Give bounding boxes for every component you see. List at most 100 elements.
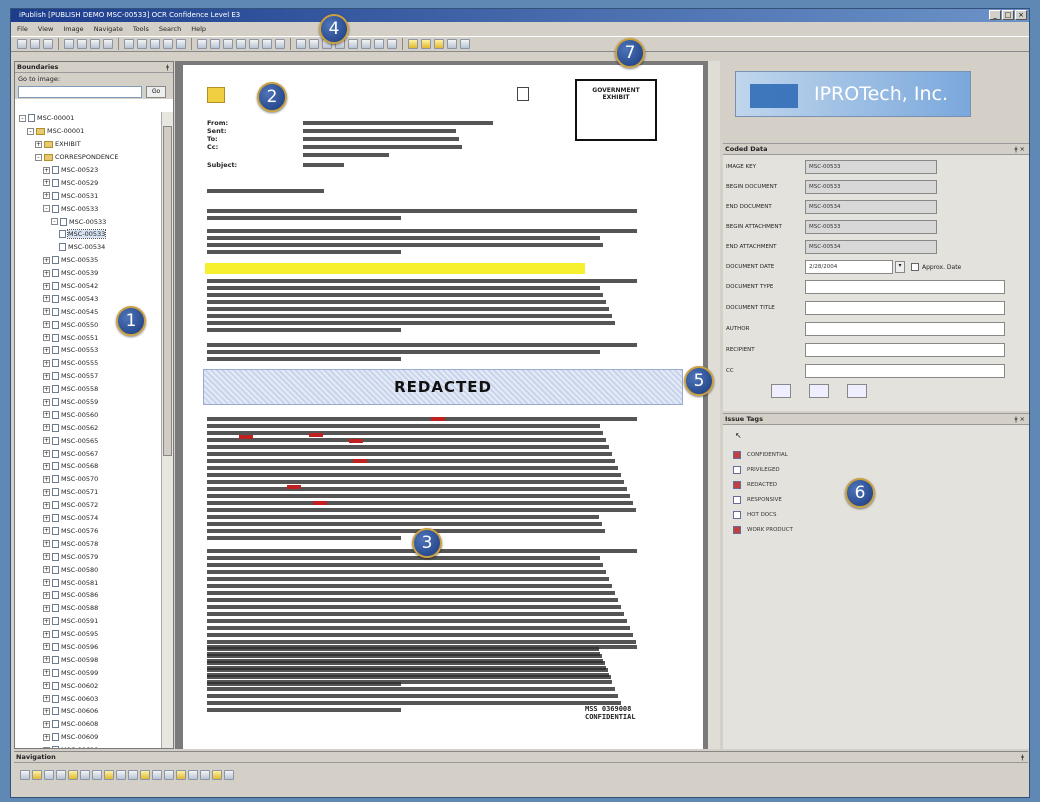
tree-node[interactable]: + MSC-00568 [17, 460, 161, 473]
tree-node[interactable]: + MSC-00557 [17, 370, 161, 383]
navigation-button[interactable] [188, 770, 198, 780]
expand-icon[interactable]: + [43, 411, 50, 419]
tree-node[interactable]: + MSC-00608 [17, 718, 161, 731]
expand-icon[interactable]: + [43, 282, 50, 290]
coded-field-value[interactable]: MSC-00534 [805, 200, 937, 214]
tree-node[interactable]: - MSC-00001 [17, 125, 161, 138]
edit-record-button[interactable] [847, 384, 867, 398]
toolbar-button[interactable] [296, 39, 306, 49]
tree-node[interactable]: + MSC-00562 [17, 421, 161, 434]
tree-node[interactable]: + MSC-00574 [17, 512, 161, 525]
toolbar-button[interactable] [124, 39, 134, 49]
expand-icon[interactable]: + [43, 643, 50, 651]
tree-node[interactable]: + MSC-00599 [17, 666, 161, 679]
expand-icon[interactable]: + [43, 733, 50, 741]
toolbar-button[interactable] [150, 39, 160, 49]
attachment-icon[interactable] [517, 87, 529, 101]
expand-icon[interactable]: + [43, 720, 50, 728]
expand-icon[interactable]: + [43, 475, 50, 483]
navigation-button[interactable] [116, 770, 126, 780]
toolbar-button[interactable] [421, 39, 431, 49]
toolbar-button[interactable] [197, 39, 207, 49]
expand-icon[interactable]: + [43, 695, 50, 703]
tree-scrollbar[interactable] [161, 112, 173, 748]
tree-node[interactable]: + MSC-00595 [17, 628, 161, 641]
tag-checkbox[interactable] [733, 465, 741, 474]
redaction-mark[interactable] [349, 439, 363, 443]
expand-icon[interactable]: + [43, 359, 50, 367]
document-scrollbar[interactable] [708, 61, 720, 749]
goto-button[interactable]: Go [146, 86, 166, 98]
prev-record-button[interactable] [771, 384, 791, 398]
tree-node[interactable]: + MSC-00571 [17, 486, 161, 499]
tree-node[interactable]: + MSC-00591 [17, 615, 161, 628]
expand-icon[interactable]: + [43, 424, 50, 432]
tree-node[interactable]: + MSC-00523 [17, 164, 161, 177]
tree-node[interactable]: + MSC-00586 [17, 589, 161, 602]
tree-node[interactable]: + MSC-00576 [17, 525, 161, 538]
tree-node[interactable]: + MSC-00567 [17, 447, 161, 460]
navigation-button[interactable] [44, 770, 54, 780]
toolbar-button[interactable] [43, 39, 53, 49]
navigation-button[interactable] [128, 770, 138, 780]
tree-node[interactable]: - MSC-00001 [17, 112, 161, 125]
redaction-mark[interactable] [239, 435, 253, 439]
navigation-button[interactable] [176, 770, 186, 780]
toolbar-button[interactable] [275, 39, 285, 49]
toolbar-button[interactable] [348, 39, 358, 49]
redaction-mark[interactable] [287, 485, 301, 489]
tree-node[interactable]: + MSC-00603 [17, 692, 161, 705]
menu-view[interactable]: View [38, 25, 53, 33]
coded-text-input[interactable] [805, 280, 1005, 294]
pointer-icon[interactable]: ↖ [735, 431, 742, 440]
expand-icon[interactable]: + [43, 295, 50, 303]
navigation-button[interactable] [212, 770, 222, 780]
tag-checkbox[interactable] [733, 495, 741, 504]
maximize-button[interactable]: □ [1002, 10, 1014, 20]
issue-tag-row[interactable]: PRIVILEGED [723, 462, 1029, 477]
menu-search[interactable]: Search [159, 25, 181, 33]
tree-node[interactable]: + MSC-00539 [17, 267, 161, 280]
expand-icon[interactable]: + [43, 488, 50, 496]
navigation-button[interactable] [104, 770, 114, 780]
expand-icon[interactable]: + [43, 746, 50, 748]
expand-icon[interactable]: + [43, 682, 50, 690]
expand-icon[interactable]: + [43, 579, 50, 586]
toolbar-button[interactable] [17, 39, 27, 49]
collapse-icon[interactable]: - [51, 218, 58, 226]
navigation-button[interactable] [68, 770, 78, 780]
coded-text-input[interactable] [805, 301, 1005, 315]
navigation-button[interactable] [152, 770, 162, 780]
coded-field-value[interactable]: MSC-00533 [805, 220, 937, 234]
redaction-mark[interactable] [309, 433, 323, 437]
navigation-button[interactable] [164, 770, 174, 780]
tree-node[interactable]: + MSC-00553 [17, 344, 161, 357]
tree-node[interactable]: + MSC-00609 [17, 731, 161, 744]
expand-icon[interactable]: + [43, 604, 50, 612]
coded-field-value[interactable]: MSC-00534 [805, 240, 937, 254]
pin-icon[interactable]: ǂ [1021, 752, 1024, 763]
expand-icon[interactable]: + [35, 140, 42, 148]
toolbar-button[interactable] [361, 39, 371, 49]
expand-icon[interactable]: + [43, 372, 50, 380]
toolbar-button[interactable] [309, 39, 319, 49]
navigation-button[interactable] [32, 770, 42, 780]
issue-tag-row[interactable]: REDACTED [723, 477, 1029, 492]
scrollbar-thumb[interactable] [163, 126, 172, 456]
tree-node[interactable]: MSC-00533 [17, 228, 161, 241]
tree-node[interactable]: + MSC-00542 [17, 280, 161, 293]
expand-icon[interactable]: + [43, 192, 50, 200]
coded-text-input[interactable] [805, 322, 1005, 336]
toolbar-button[interactable] [262, 39, 272, 49]
tree-node[interactable]: + MSC-00560 [17, 408, 161, 421]
tree-node[interactable]: + MSC-00570 [17, 473, 161, 486]
expand-icon[interactable]: + [43, 630, 50, 638]
redaction-mark[interactable] [313, 501, 327, 505]
toolbar-button[interactable] [236, 39, 246, 49]
expand-icon[interactable]: + [43, 514, 50, 522]
sticky-note-icon[interactable] [207, 87, 225, 103]
toolbar-button[interactable] [223, 39, 233, 49]
expand-icon[interactable]: + [43, 346, 50, 354]
tree-node[interactable]: + MSC-00579 [17, 550, 161, 563]
expand-icon[interactable]: + [43, 321, 50, 329]
